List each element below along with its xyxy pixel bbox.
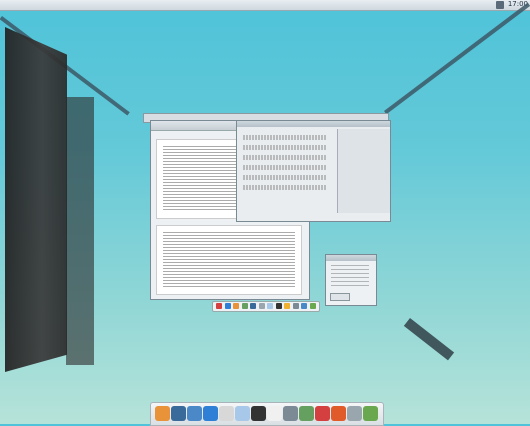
- page-text-2: [163, 232, 295, 288]
- settings-window[interactable]: [236, 120, 391, 222]
- left-wall-window-shadow: [66, 97, 94, 365]
- mini-dock-icon[interactable]: [241, 303, 248, 309]
- mini-dock-icon[interactable]: [216, 303, 222, 309]
- mini-dock-icon[interactable]: [250, 303, 256, 309]
- terminal-icon[interactable]: [171, 406, 186, 421]
- mini-dock: [212, 301, 320, 312]
- settings-titlebar: [237, 121, 390, 127]
- settings-row[interactable]: [243, 185, 327, 190]
- right-wall-window[interactable]: [403, 318, 455, 361]
- mail-icon[interactable]: [219, 406, 234, 421]
- clapper-icon[interactable]: [251, 406, 266, 421]
- settings-row[interactable]: [243, 165, 327, 170]
- document-page-2[interactable]: [156, 225, 302, 295]
- mini-dock-icon[interactable]: [258, 303, 265, 309]
- settings-row[interactable]: [243, 175, 327, 180]
- mini-dock-icon[interactable]: [233, 303, 239, 309]
- file-manager-icon[interactable]: [187, 406, 202, 421]
- left-wall-window[interactable]: [5, 27, 67, 372]
- mini-dock-icon[interactable]: [284, 303, 290, 309]
- network-icon[interactable]: [496, 1, 504, 9]
- mini-dock-icon[interactable]: [309, 303, 316, 309]
- mini-dock-icon[interactable]: [224, 303, 231, 309]
- mini-dock-icon[interactable]: [301, 303, 307, 309]
- dialog-text: [331, 265, 369, 289]
- mini-dock-icon[interactable]: [292, 303, 299, 309]
- text-editor-icon[interactable]: [267, 406, 282, 421]
- cube-edge-top-right: [384, 2, 530, 115]
- mini-dock-icon[interactable]: [275, 303, 282, 309]
- settings-icon[interactable]: [363, 406, 378, 421]
- dialog-button[interactable]: [330, 293, 350, 301]
- settings-row[interactable]: [243, 145, 327, 150]
- dialog-titlebar: [326, 255, 376, 261]
- browser-icon[interactable]: [203, 406, 218, 421]
- settings-row[interactable]: [243, 135, 327, 140]
- shield-icon[interactable]: [315, 406, 330, 421]
- settings-row[interactable]: [243, 155, 327, 160]
- top-panel: 17:00: [0, 0, 530, 11]
- mini-dock-icon[interactable]: [267, 303, 273, 309]
- home-folder-icon[interactable]: [155, 406, 170, 421]
- calculator-icon[interactable]: [299, 406, 314, 421]
- disk-icon[interactable]: [347, 406, 362, 421]
- dock: [150, 402, 384, 426]
- presentation-icon[interactable]: [283, 406, 298, 421]
- chat-icon[interactable]: [235, 406, 250, 421]
- settings-sidebar[interactable]: [337, 129, 390, 213]
- dialog-window[interactable]: [325, 254, 377, 306]
- chart-icon[interactable]: [331, 406, 346, 421]
